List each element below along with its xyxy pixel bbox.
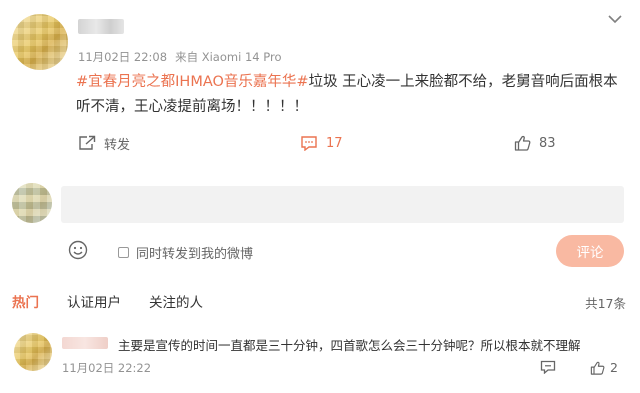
like-icon <box>590 361 605 375</box>
comment-total-count: 共17条 <box>585 296 626 311</box>
comment-input[interactable] <box>61 186 624 223</box>
repost-icon <box>78 135 96 151</box>
also-repost-option[interactable]: 同时转发到我的微博 <box>118 243 253 262</box>
comment-like-count: 2 <box>610 360 618 375</box>
comment-count: 17 <box>326 135 343 151</box>
post-author-name-blurred[interactable] <box>78 19 124 34</box>
reply-icon[interactable] <box>540 360 556 374</box>
post-source: 来自 Xiaomi 14 Pro <box>175 50 282 64</box>
post-author-avatar[interactable] <box>12 14 68 70</box>
tab-verified-users[interactable]: 认证用户 <box>67 291 121 311</box>
comment-text: 主要是宣传的时间一直都是三十分钟，四首歌怎么会三十分钟呢？所以根本就不理解 <box>118 338 581 353</box>
current-user-avatar <box>12 183 52 223</box>
repost-label: 转发 <box>104 137 131 153</box>
tab-hot[interactable]: 热门 <box>12 291 39 311</box>
commenter-avatar[interactable] <box>14 333 52 371</box>
like-button[interactable]: 83 <box>514 132 556 154</box>
chevron-down-icon[interactable] <box>608 14 622 24</box>
post-body: #宜春月亮之都IHMAO音乐嘉年华#垃圾 王心凌一上来脸都不给，老舅音响后面根本… <box>76 70 624 120</box>
submit-comment-button[interactable]: 评论 <box>556 235 624 267</box>
comment-filter-tabs: 热门 认证用户 关注的人 <box>12 291 231 311</box>
comment-timestamp: 11月02日 22:22 <box>62 361 152 375</box>
tab-following[interactable]: 关注的人 <box>149 291 203 311</box>
repost-button[interactable]: 转发 <box>78 132 130 154</box>
post-meta: 11月02日 22:08 来自 Xiaomi 14 Pro <box>78 49 281 65</box>
like-count: 83 <box>539 135 556 151</box>
post-timestamp[interactable]: 11月02日 22:08 <box>78 50 167 64</box>
also-repost-checkbox[interactable] <box>118 247 129 258</box>
like-icon <box>514 135 531 151</box>
emoji-icon[interactable] <box>68 240 88 260</box>
commenter-name-blurred[interactable] <box>62 337 108 349</box>
weibo-post-page: 11月02日 22:08 来自 Xiaomi 14 Pro #宜春月亮之都IHMA… <box>0 0 640 393</box>
also-repost-label: 同时转发到我的微博 <box>136 247 254 262</box>
comment-icon <box>300 135 318 151</box>
comment-button[interactable]: 17 <box>300 132 343 154</box>
comment-like-button[interactable]: 2 <box>590 360 618 375</box>
post-topic-link[interactable]: #宜春月亮之都IHMAO音乐嘉年华# <box>76 74 309 90</box>
